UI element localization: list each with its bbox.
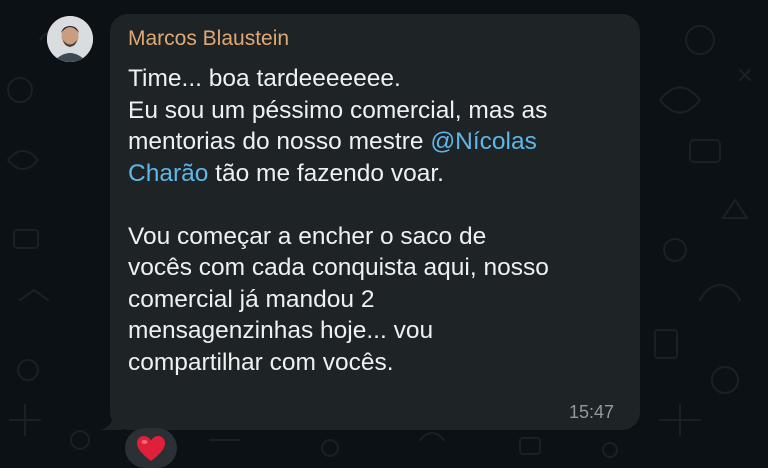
message-line: Eu sou um péssimo comercial, mas as bbox=[128, 96, 548, 124]
avatar-photo bbox=[47, 16, 93, 62]
reaction-chip[interactable] bbox=[125, 428, 177, 468]
mention-link[interactable]: @Nícolas bbox=[430, 128, 537, 155]
message-line: Vou começar a encher o saco de bbox=[128, 222, 487, 250]
message-line: compartilhar com vocês. bbox=[128, 348, 394, 376]
message-line: Time... boa tardeeeeeee. bbox=[128, 65, 401, 92]
avatar[interactable] bbox=[47, 16, 93, 62]
message-line: vocês com cada conquista aqui, nosso bbox=[128, 254, 549, 281]
message-text-fragment: tão me fazendo voar. bbox=[208, 159, 444, 187]
heart-icon bbox=[137, 436, 165, 461]
message-line: mentorias do nosso mestre @Nícolas bbox=[128, 126, 633, 158]
message-line: mensagenzinhas hoje... vou bbox=[128, 317, 434, 344]
message-line: Charão tão me fazendo voar. bbox=[128, 158, 633, 190]
message-line: comercial já mandou 2 bbox=[128, 285, 375, 313]
message-text: Time... boa tardeeeeeee. Eu sou um péssi… bbox=[128, 63, 633, 378]
sender-name[interactable]: Marcos Blaustein bbox=[128, 24, 289, 54]
message-timestamp: 15:47 bbox=[569, 402, 615, 422]
mention-link[interactable]: Charão bbox=[128, 160, 208, 187]
message-text-fragment: mentorias do nosso mestre bbox=[128, 128, 431, 155]
